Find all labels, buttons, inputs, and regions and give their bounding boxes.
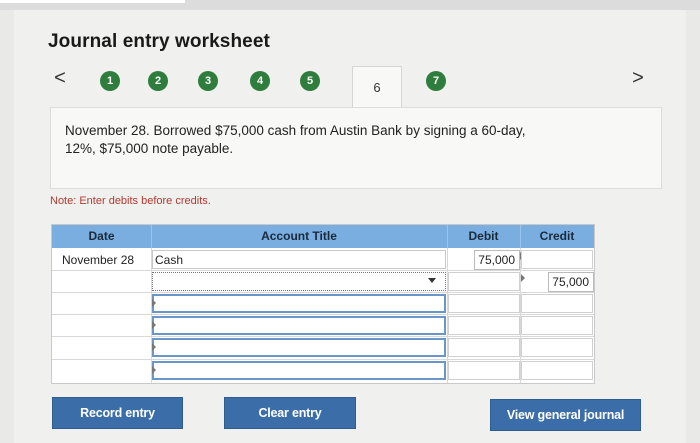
page-title: Journal entry worksheet (48, 31, 270, 52)
row-4-debit-input[interactable] (448, 316, 520, 335)
cell-marker-icon (152, 366, 156, 374)
top-strip (0, 0, 700, 10)
next-arrow-icon[interactable]: > (628, 68, 648, 88)
debit-credit-note: Note: Enter debits before credits. (50, 195, 211, 207)
row-6-debit-input[interactable] (448, 361, 520, 380)
top-strip-bar (0, 0, 185, 3)
account-title-header: Account Title (261, 229, 337, 243)
cell-marker-icon (521, 274, 525, 282)
row-5-account-input[interactable] (152, 338, 446, 357)
table-header: Date Account Title Debit Credit (52, 225, 594, 248)
row-divider (52, 292, 594, 293)
transaction-line-2: 12%, $75,000 note payable. (65, 141, 234, 156)
row-1-date: November 28 (62, 253, 135, 267)
step-5-button[interactable]: 5 (300, 71, 320, 91)
view-general-journal-button[interactable]: View general journal (490, 399, 641, 431)
row-5-credit-input[interactable] (521, 338, 593, 357)
row-3-account-input[interactable] (152, 294, 446, 313)
step-2-button[interactable]: 2 (148, 71, 168, 91)
transaction-description: November 28. Borrowed $75,000 cash from … (65, 122, 605, 158)
row-2-account-input[interactable] (152, 272, 446, 291)
journal-entry-table: Date Account Title Debit Credit November… (51, 224, 595, 384)
step-4-button[interactable]: 4 (250, 71, 270, 91)
record-entry-button[interactable]: Record entry (52, 397, 183, 429)
row-divider (52, 359, 594, 360)
step-7-button[interactable]: 7 (426, 71, 446, 91)
transaction-line-1: November 28. Borrowed $75,000 cash from … (65, 123, 526, 138)
row-1-account-input[interactable]: Cash (152, 250, 446, 269)
cell-marker-icon (152, 343, 156, 351)
row-1-debit-input[interactable]: 75,000 (474, 250, 520, 270)
chevron-down-icon[interactable] (428, 278, 436, 283)
debit-header: Debit (468, 229, 499, 243)
transaction-description-box: November 28. Borrowed $75,000 cash from … (50, 107, 662, 189)
date-header: Date (88, 229, 115, 243)
row-divider (52, 336, 594, 337)
row-6-credit-input[interactable] (521, 361, 593, 380)
row-3-debit-input[interactable] (448, 294, 520, 313)
row-5-debit-input[interactable] (448, 338, 520, 357)
row-4-credit-input[interactable] (521, 316, 593, 335)
row-1-account-value: Cash (155, 253, 184, 267)
clear-entry-button[interactable]: Clear entry (224, 397, 356, 429)
row-2-debit-input[interactable] (448, 272, 520, 291)
row-4-account-input[interactable] (152, 316, 446, 335)
cell-marker-icon (152, 321, 156, 329)
row-divider (52, 314, 594, 315)
cell-marker-icon (152, 299, 156, 307)
row-3-credit-input[interactable] (521, 294, 593, 313)
row-2-credit-input[interactable]: 75,000 (548, 272, 594, 292)
step-3-button[interactable]: 3 (198, 71, 218, 91)
credit-header: Credit (539, 229, 575, 243)
row-divider (52, 270, 594, 271)
row-1-credit-input[interactable] (521, 250, 593, 269)
previous-arrow-icon[interactable]: < (50, 68, 70, 88)
step-1-button[interactable]: 1 (100, 71, 120, 91)
row-6-account-input[interactable] (152, 361, 446, 380)
step-6-tab-active[interactable]: 6 (352, 66, 402, 108)
